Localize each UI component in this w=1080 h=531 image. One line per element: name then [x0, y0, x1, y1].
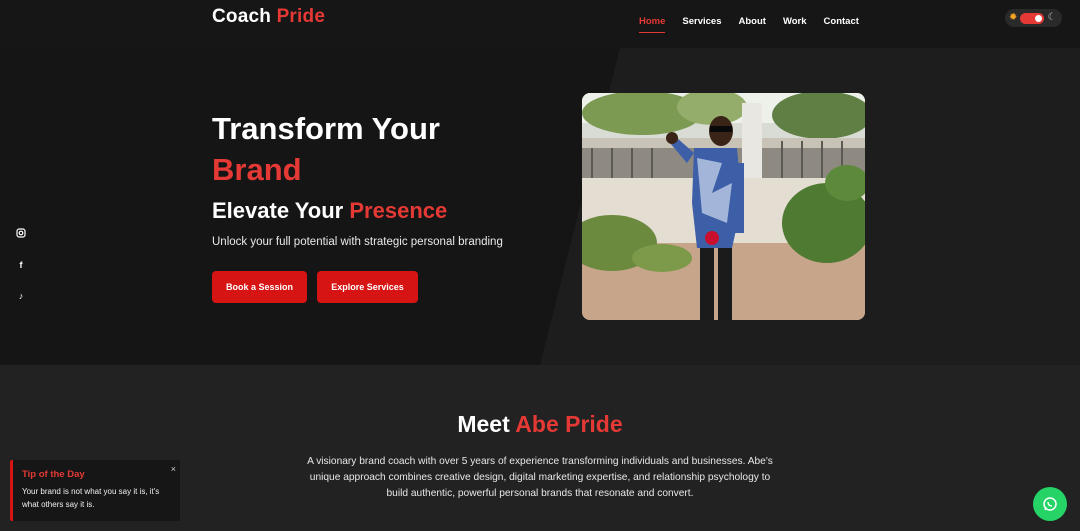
brand-name: Coach: [212, 6, 272, 27]
about-title-text: Meet: [457, 411, 510, 437]
nav-link-about[interactable]: About: [739, 16, 766, 33]
facebook-icon[interactable]: f: [11, 255, 31, 275]
about-description: A visionary brand coach with over 5 year…: [307, 456, 773, 499]
hero-subtitle-text: Elevate Your: [212, 198, 344, 223]
tip-text: Your brand is not what you say it is, it…: [22, 487, 160, 509]
hero-title-line1: Transform Your: [212, 111, 440, 146]
nav-link-work[interactable]: Work: [783, 16, 807, 33]
hero-slant-background: [540, 48, 1080, 365]
explore-services-button[interactable]: Explore Services: [317, 271, 418, 303]
theme-switch[interactable]: [1020, 12, 1045, 24]
nav-link-services[interactable]: Services: [682, 16, 721, 33]
nav-link-home[interactable]: Home: [639, 16, 666, 33]
about-title: Meet Abe Pride: [0, 411, 1080, 438]
brand-logo[interactable]: Coach Pride: [212, 6, 325, 28]
switch-knob: [1035, 14, 1043, 22]
whatsapp-icon: [1043, 497, 1057, 511]
about-title-accent: Abe Pride: [515, 411, 623, 437]
brand-name-accent: Pride: [276, 6, 326, 27]
sun-icon: ✹: [1009, 12, 1018, 23]
coach-photo-illustration: [582, 93, 865, 320]
close-icon[interactable]: ×: [171, 464, 176, 474]
tip-of-the-day-card: Tip of the Day Your brand is not what yo…: [10, 460, 180, 521]
moon-icon: ☾: [1047, 12, 1057, 23]
whatsapp-button[interactable]: [1033, 487, 1067, 521]
book-session-button[interactable]: Book a Session: [212, 271, 307, 303]
theme-toggle[interactable]: ✹ ☾: [1005, 9, 1062, 27]
hero-subtitle-accent: Presence: [349, 198, 448, 223]
hero-title-line2: Brand: [212, 152, 302, 187]
hero-section: Transform Your Brand Elevate Your Presen…: [0, 48, 1080, 365]
nav-links: Home Services About Work Contact: [639, 16, 859, 33]
hero-subtitle: Elevate Your Presence: [212, 198, 447, 224]
instagram-icon[interactable]: [11, 223, 31, 243]
coach-photo: [582, 93, 865, 320]
hero-tagline: Unlock your full potential with strategi…: [212, 236, 503, 248]
navbar: Coach Pride Home Services About Work Con…: [0, 0, 1080, 48]
nav-link-contact[interactable]: Contact: [824, 16, 859, 33]
tiktok-icon[interactable]: ♪: [11, 286, 31, 306]
tip-title: Tip of the Day: [22, 469, 85, 480]
